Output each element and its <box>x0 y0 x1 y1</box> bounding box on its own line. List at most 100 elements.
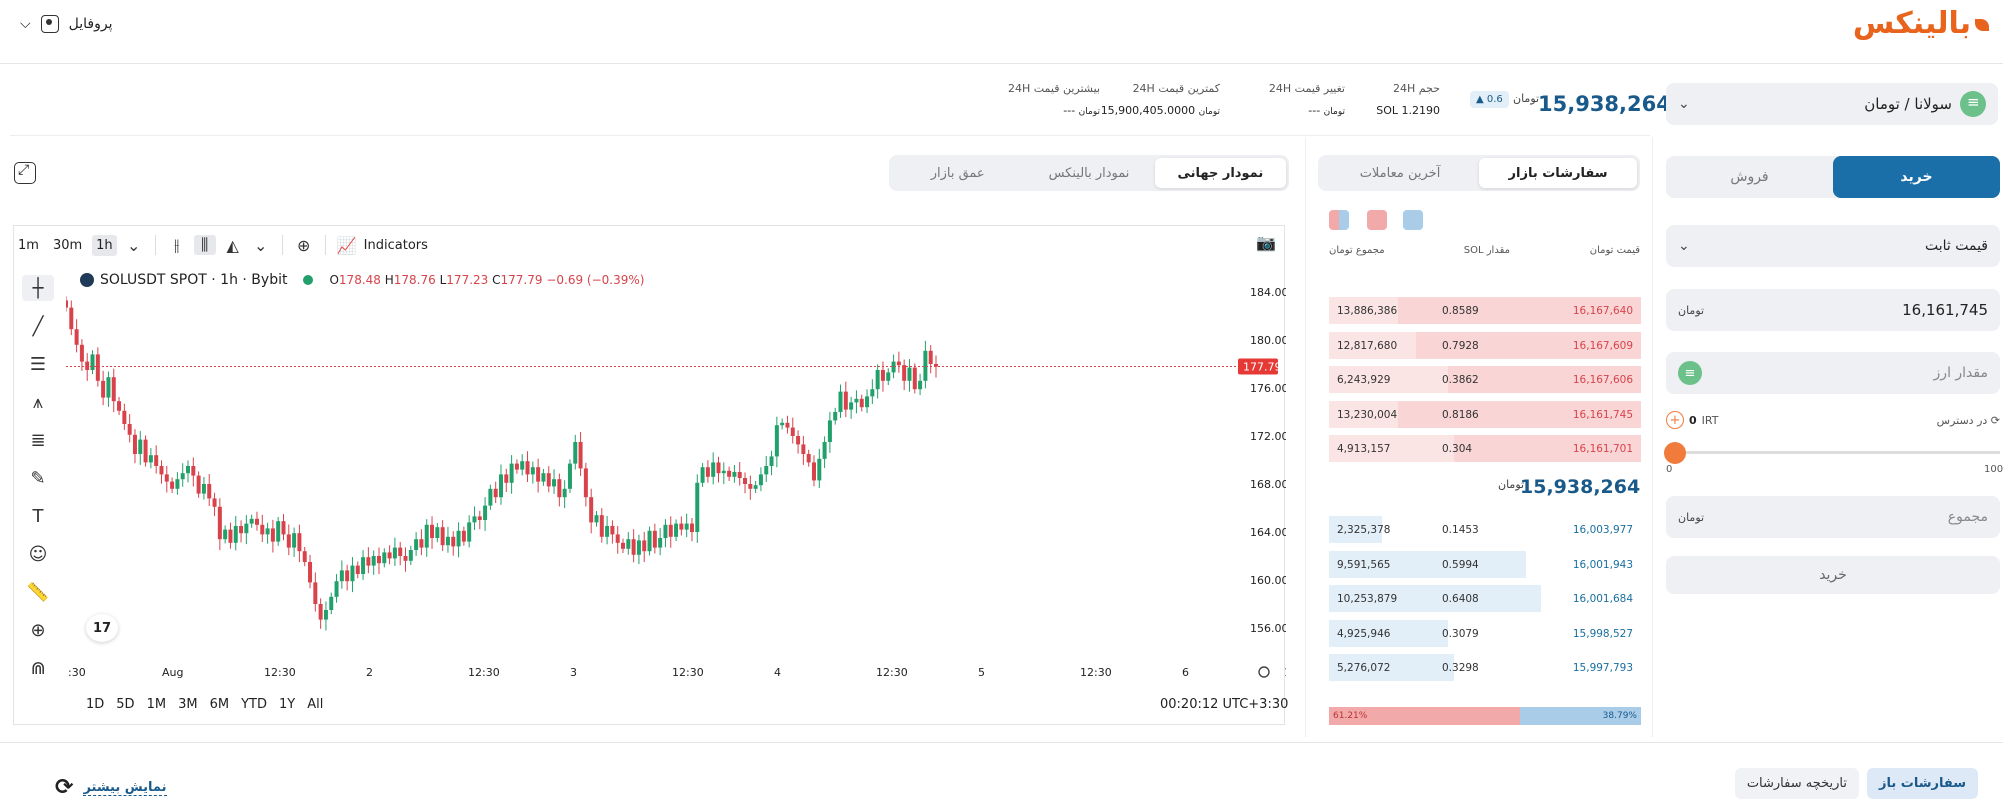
candle-body <box>859 398 864 408</box>
candle-body <box>865 396 870 408</box>
indicators-button[interactable]: Indicators <box>364 238 428 253</box>
view-sells-icon[interactable] <box>1367 210 1387 230</box>
mid-price-unit: تومان <box>1498 478 1525 491</box>
range-1d[interactable]: 1D <box>86 697 104 712</box>
fib-retracement-icon[interactable]: ≣ <box>22 427 54 453</box>
refresh-icon: ⟳ <box>1987 414 2000 427</box>
tab-last-trades[interactable]: آخرین معاملات <box>1321 158 1479 188</box>
profile-menu[interactable]: ⌵ پروفایل <box>20 15 112 33</box>
zoom-in-icon[interactable]: ⊕ <box>22 617 54 643</box>
candle-body <box>302 551 307 562</box>
timeframe-30m[interactable]: 30m <box>49 235 86 256</box>
candle-body <box>345 570 350 582</box>
candle-style-icon[interactable]: ⫼ <box>193 235 216 255</box>
range-1y[interactable]: 1Y <box>279 697 295 712</box>
candle-body <box>382 552 387 564</box>
buy-tab[interactable]: خرید <box>1833 156 2000 198</box>
buy-order-row[interactable]: 5,276,072 0.3298 15,997,793 <box>1329 654 1641 681</box>
range-1m[interactable]: 1M <box>147 697 167 712</box>
market-selector[interactable]: سولانا / تومان ⌄ <box>1666 83 1998 125</box>
crosshair-icon[interactable]: ┼ <box>22 275 54 301</box>
compare-plus-icon[interactable]: ⊕ <box>293 236 315 255</box>
pitchfork-icon[interactable]: ⩚ <box>22 389 54 415</box>
amount-slider-handle[interactable] <box>1664 442 1686 464</box>
add-funds-icon[interactable]: + <box>1666 411 1684 429</box>
tradingview-logo[interactable]: 17 <box>86 614 118 642</box>
chevron-down-icon: ⌄ <box>1678 238 1690 254</box>
available-amount: + 0 IRT <box>1666 411 1718 429</box>
x-tick-label: 4 <box>774 666 781 679</box>
buy-order-row[interactable]: 10,253,879 0.6408 16,001,684 <box>1329 585 1641 612</box>
candlestick-plot[interactable]: 184.00 180.00 176.00 172.00 168.00 164.00 160.… <box>66 262 1286 692</box>
chevron-down-icon[interactable]: ⌄ <box>123 236 145 255</box>
candle-body <box>186 466 191 474</box>
candle-body <box>769 456 774 466</box>
buy-ratio: 38.79% <box>1519 707 1641 725</box>
sell-order-row[interactable]: 4,913,157 0.304 16,161,701 <box>1329 435 1641 462</box>
header-total: مجموع تومان <box>1329 245 1385 256</box>
candle-body <box>403 556 408 561</box>
area-style-icon[interactable]: ◭ <box>222 236 244 255</box>
range-6m[interactable]: 6M <box>210 697 230 712</box>
stat-value-volume: SOL 1.2190 <box>1376 104 1440 117</box>
chevron-down-icon[interactable]: ⌄ <box>250 236 272 255</box>
tab-market-orders[interactable]: سفارشات بازار <box>1479 158 1637 188</box>
view-both-icon[interactable] <box>1329 210 1349 230</box>
horizontal-lines-icon[interactable]: ☰ <box>22 351 54 377</box>
emoji-icon[interactable]: ☺ <box>22 541 54 567</box>
sell-order-row[interactable]: 12,817,680 0.7928 16,167,609 <box>1329 331 1641 359</box>
sell-order-row[interactable]: 13,230,004 0.8186 16,161,745 <box>1329 400 1641 428</box>
expand-icon[interactable] <box>14 162 36 184</box>
stat-label-change: تغییر قیمت 24H <box>1268 82 1345 95</box>
buy-order-row[interactable]: 9,591,565 0.5994 16,001,943 <box>1329 550 1641 578</box>
order-type-select[interactable]: قیمت ثابت ⌄ <box>1666 225 2000 267</box>
range-ytd[interactable]: YTD <box>241 697 267 712</box>
brand-logo[interactable]: بالینکس <box>1853 6 1989 41</box>
sell-order-row[interactable]: 13,886,386 0.8589 16,167,640 <box>1329 297 1641 324</box>
total-input[interactable]: مجموع تومان <box>1666 496 2000 538</box>
magnet-icon[interactable]: ⋒ <box>22 655 54 681</box>
tab-market-depth[interactable]: عمق بازار <box>892 158 1023 188</box>
timeframe-1m[interactable]: 1m <box>14 235 43 256</box>
order-amount: 0.5994 <box>1442 558 1479 571</box>
candle-body <box>440 527 445 546</box>
buy-order-row[interactable]: 2,325,378 0.1453 16,003,977 <box>1329 516 1641 543</box>
tab-open-orders[interactable]: سفارشات باز <box>1866 768 1978 799</box>
price-input[interactable]: 16,161,745 تومان <box>1666 289 2000 331</box>
candle-body <box>700 467 705 483</box>
show-more-link[interactable]: ⟳ نمایش بیشتر <box>55 775 167 800</box>
ruler-icon[interactable]: 📏 <box>22 579 54 605</box>
sell-order-row[interactable]: 6,243,929 0.3862 16,167,606 <box>1329 366 1641 393</box>
tab-global-chart[interactable]: نمودار جهانی <box>1154 158 1286 188</box>
candle-body <box>323 610 328 620</box>
up-arrow-icon: ▲ <box>1476 94 1487 105</box>
view-buys-icon[interactable] <box>1403 210 1423 230</box>
trend-line-icon[interactable]: ╱ <box>22 313 54 339</box>
brush-icon[interactable]: ✎ <box>22 465 54 491</box>
camera-icon[interactable]: 📷 <box>1256 233 1276 252</box>
candle-body <box>66 300 68 308</box>
bar-style-icon[interactable]: ⫲ <box>166 235 188 255</box>
indicators-icon[interactable]: 📈 <box>336 236 358 255</box>
sell-tab[interactable]: فروش <box>1666 156 1833 198</box>
last-price: 15,938,264 <box>1538 92 1671 116</box>
submit-buy-button[interactable]: خرید <box>1666 556 2000 594</box>
buy-order-row[interactable]: 4,925,946 0.3079 15,998,527 <box>1329 619 1641 647</box>
text-tool-icon[interactable]: T <box>22 503 54 529</box>
range-5d[interactable]: 5D <box>116 697 134 712</box>
x-tick-label: 12:30 <box>1080 666 1112 679</box>
candle-body <box>732 472 737 477</box>
tab-balinex-chart[interactable]: نمودار بالینکس <box>1023 158 1154 188</box>
range-all[interactable]: All <box>307 697 323 712</box>
range-3m[interactable]: 3M <box>178 697 198 712</box>
candle-body <box>806 454 811 463</box>
tab-order-history[interactable]: تاریخچه سفارشات <box>1734 768 1859 799</box>
refresh-icon: ⟳ <box>55 775 74 800</box>
timeframe-1h[interactable]: 1h <box>92 234 117 256</box>
amount-slider-track[interactable] <box>1674 451 2000 454</box>
settings-gear-icon[interactable] <box>1258 666 1270 678</box>
amount-input[interactable]: مقدار ارز ≡ <box>1666 352 2000 394</box>
candle-body <box>127 424 132 435</box>
chart-clock[interactable]: 00:20:12 UTC+3:30 <box>1160 697 1288 712</box>
candle-body <box>886 372 891 381</box>
